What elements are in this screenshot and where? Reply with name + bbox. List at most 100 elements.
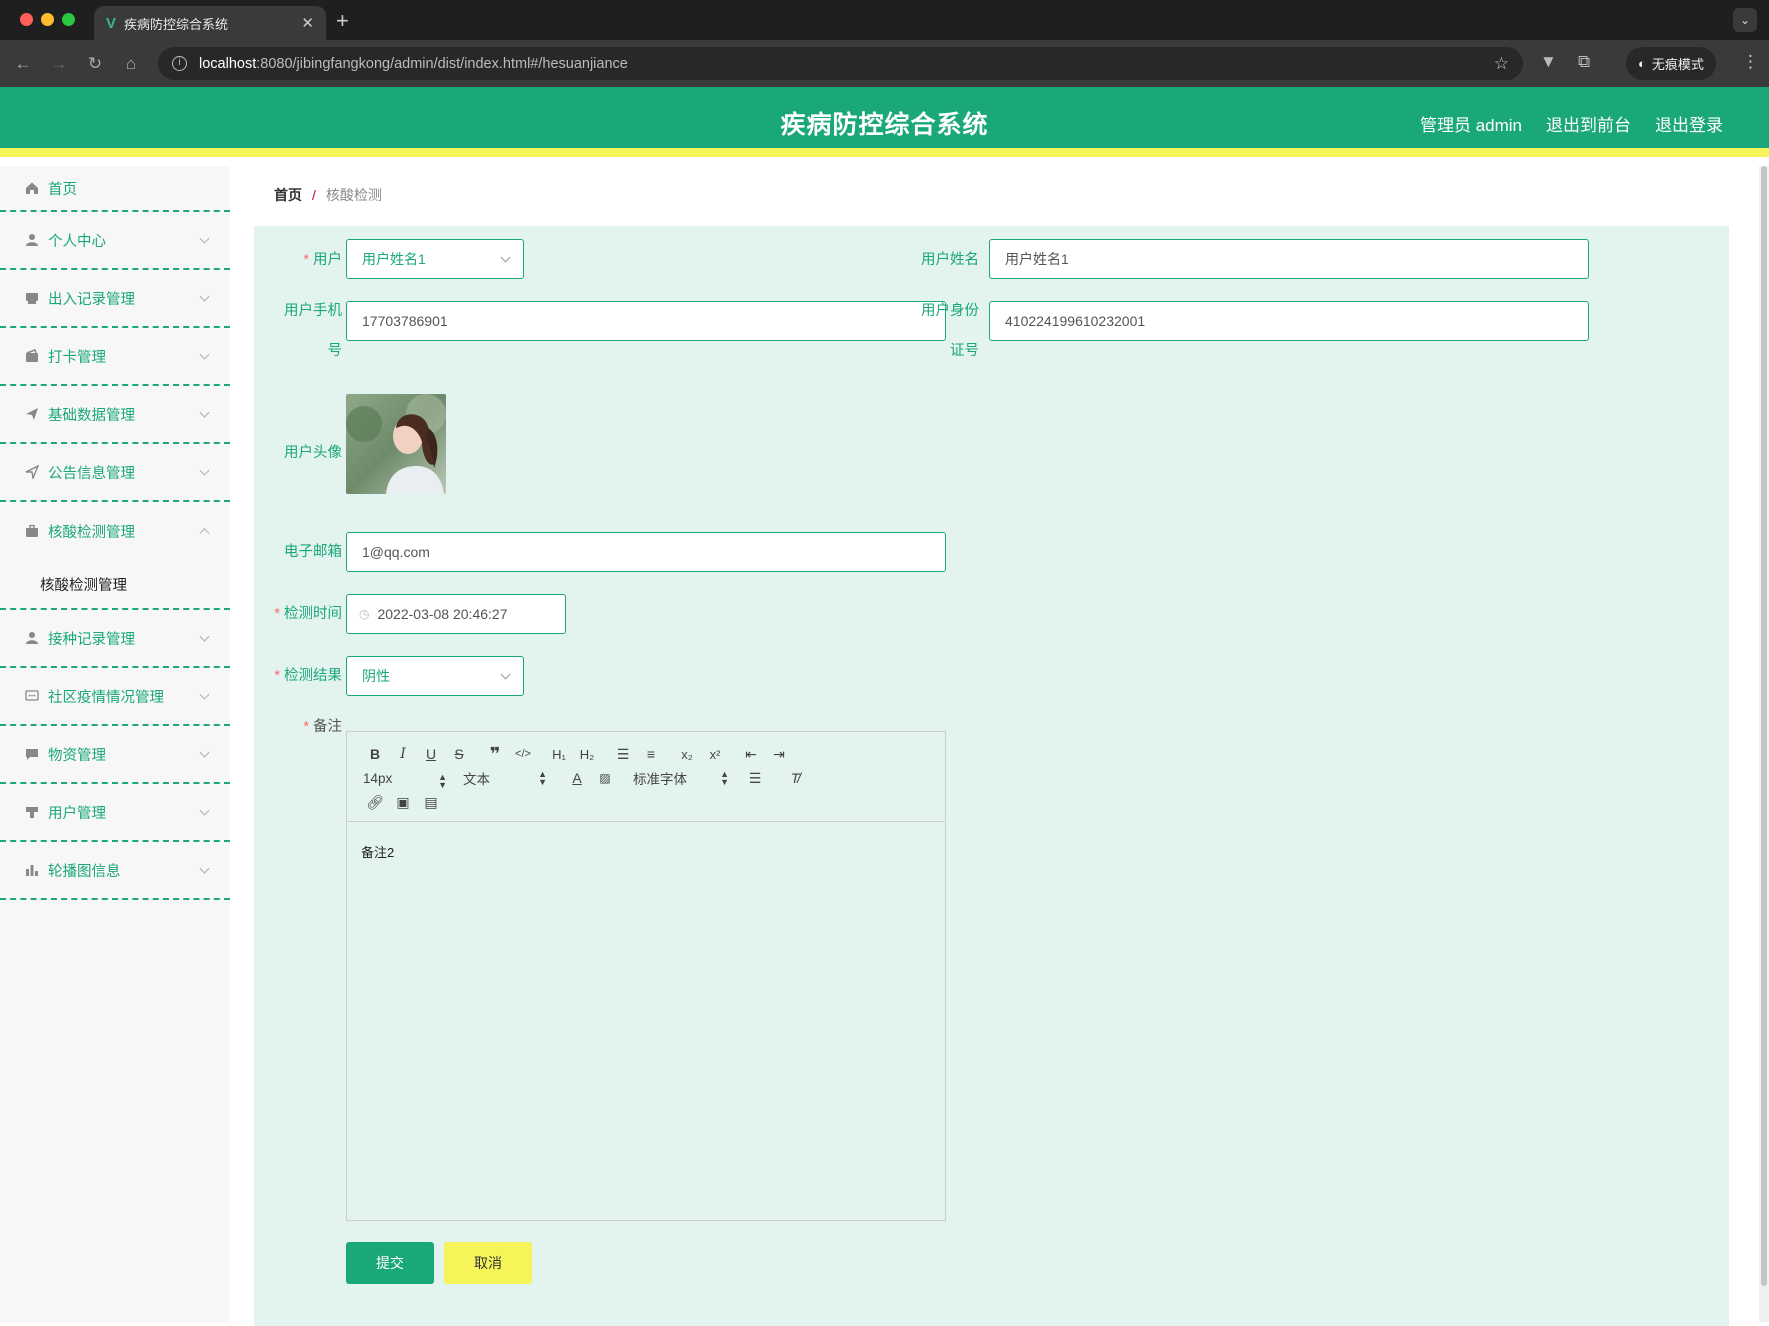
sidebar-item-users[interactable]: 用户管理 [0,784,230,842]
chevron-down-icon [199,465,210,476]
home-browser-icon[interactable]: ⌂ [113,54,149,74]
chevron-down-icon [199,349,210,360]
sidebar-item-carousel[interactable]: 轮播图信息 [0,842,230,900]
italic-icon[interactable]: I [389,746,417,762]
url-path: :8080/jibingfangkong/admin/dist/index.ht… [256,55,628,72]
address-bar[interactable]: i localhost:8080/jibingfangkong/admin/di… [158,47,1523,80]
heading2-icon[interactable]: H₂ [573,747,601,762]
clear-format-icon[interactable]: T̸ [781,770,809,786]
incognito-label: 无痕模式 [1651,57,1704,72]
chevron-down-icon [199,747,210,758]
phone-value: 17703786901 [362,313,448,329]
main-content: 首页 / 核酸检测 * 用户 用户姓名1 用户姓名 用户姓名1 用户手机号 177… [230,166,1769,1326]
chevron-down-icon [199,631,210,642]
image-icon[interactable]: ▣ [389,794,417,811]
maximize-window-button[interactable] [62,13,75,26]
forward-icon[interactable]: → [41,54,77,74]
test-result-value: 阴性 [362,668,390,684]
sidebar-item-basic-data[interactable]: 基础数据管理 [0,386,230,444]
outdent-icon[interactable]: ⇤ [737,746,765,763]
sidebar-item-vaccination[interactable]: 接种记录管理 [0,610,230,668]
video-icon[interactable]: ▤ [417,794,445,811]
cancel-button[interactable]: 取消 [444,1242,532,1284]
bullet-list-icon[interactable]: ≡ [637,746,665,762]
idcard-value: 410224199610232001 [1005,313,1146,329]
username-field[interactable]: 用户姓名1 [989,239,1589,279]
breadcrumb-home[interactable]: 首页 [274,185,302,205]
chevron-up-icon [199,528,210,539]
close-window-button[interactable] [20,13,33,26]
bookmark-star-icon[interactable]: ☆ [1494,54,1509,74]
bold-icon[interactable]: B [361,746,389,762]
extensions-icon[interactable]: ⧉ [1578,52,1590,72]
to-front-link[interactable]: 退出到前台 [1546,111,1631,136]
minimize-window-button[interactable] [41,13,54,26]
blockquote-icon[interactable]: ❞ [481,744,509,765]
user-select-value: 用户姓名1 [362,251,426,267]
submenu-item-nucleic-test-manage[interactable]: 核酸检测管理 [0,560,230,610]
subscript-icon[interactable]: x₂ [673,747,701,762]
chevron-down-icon [500,252,511,263]
superscript-icon[interactable]: x² [701,747,729,762]
background-color-icon[interactable]: ▨ [591,771,619,785]
sidebar-item-supplies[interactable]: 物资管理 [0,726,230,784]
user-select[interactable]: 用户姓名1 [346,239,524,279]
incognito-indicator[interactable]: ◐ 无痕模式 [1626,47,1716,80]
indent-icon[interactable]: ⇥ [765,746,793,763]
tab-close-icon[interactable]: ✕ [301,14,314,32]
wallet-icon [25,349,39,363]
back-icon[interactable]: ← [5,54,41,74]
new-tab-icon[interactable]: + [336,8,349,34]
page-scrollbar[interactable] [1759,166,1769,1322]
code-block-icon[interactable]: </> [509,748,537,760]
link-icon[interactable]: 🔗︎ [361,794,389,811]
username-label: 用户姓名 [921,252,979,268]
user-avatar-image[interactable] [346,394,446,494]
vue-devtools-icon[interactable]: ▼ [1540,52,1557,72]
site-info-icon[interactable]: i [172,56,187,71]
font-family-select[interactable]: 标准字体 ▲ ▼ [633,768,729,788]
test-time-picker[interactable]: ◷ 2022-03-08 20:46:27 [346,594,566,634]
user-icon [25,631,39,645]
reload-icon[interactable]: ↻ [77,54,113,74]
test-result-select[interactable]: 阴性 [346,656,524,696]
font-size-select[interactable]: 14px ▲ ▼ [363,771,447,790]
phone-field[interactable]: 17703786901 [346,301,946,341]
sidebar-item-access-records[interactable]: 出入记录管理 [0,270,230,328]
strikethrough-icon[interactable]: S [445,746,473,762]
underline-icon[interactable]: U [417,746,445,762]
sidebar: 首页 个人中心 出入记录管理 打卡管理 基础数据管理 公告信息管理 核酸检测管理… [0,166,230,1322]
sidebar-item-checkin[interactable]: 打卡管理 [0,328,230,386]
stamp-icon [25,805,39,819]
sidebar-item-home[interactable]: 首页 [0,166,230,212]
user-select-label: * 用户 [303,252,342,268]
submit-button[interactable]: 提交 [346,1242,434,1284]
sidebar-item-personal-center[interactable]: 个人中心 [0,212,230,270]
tab-search-icon[interactable]: ⌄ [1733,8,1757,32]
idcard-field[interactable]: 410224199610232001 [989,301,1589,341]
sidebar-item-label: 基础数据管理 [48,407,135,424]
email-value: 1@qq.com [362,544,430,560]
home-icon [25,181,39,195]
sidebar-item-announcements[interactable]: 公告信息管理 [0,444,230,502]
heading1-icon[interactable]: H₁ [545,747,573,762]
browser-menu-icon[interactable]: ⋮ [1742,52,1759,72]
briefcase-icon [25,524,39,538]
rich-text-editor[interactable]: B I U S ❞ </> H₁ H₂ ☰ ≡ x₂ x² ⇤ ⇥ 14px ▲ ▼ [346,731,946,1221]
sidebar-item-community-epidemic[interactable]: 社区疫情情况管理 [0,668,230,726]
username-value: 用户姓名1 [1005,251,1069,267]
browser-tab[interactable]: V 疾病防控综合系统 ✕ [94,6,326,40]
font-color-icon[interactable]: A [563,770,591,786]
remark-label: * 备注 [303,719,342,735]
sidebar-item-nucleic-test[interactable]: 核酸检测管理 [0,502,230,560]
text-type-select[interactable]: 文本 ▲ ▼ [463,768,547,788]
message-icon [25,747,39,761]
editor-content[interactable]: 备注2 [347,822,945,881]
email-field[interactable]: 1@qq.com [346,532,946,572]
chat-icon [25,689,39,703]
ordered-list-icon[interactable]: ☰ [609,746,637,763]
align-icon[interactable]: ☰ [741,770,769,787]
logout-link[interactable]: 退出登录 [1655,111,1723,136]
breadcrumb-current: 核酸检测 [325,187,382,203]
scrollbar-thumb[interactable] [1761,166,1767,1286]
